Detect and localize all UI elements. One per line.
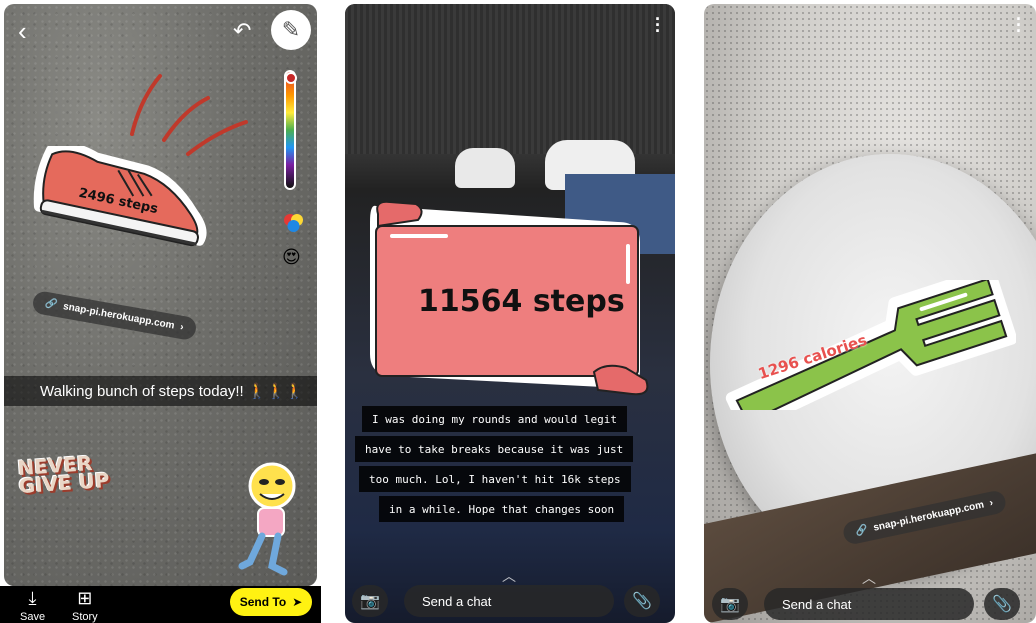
add-story-icon: ⊞	[77, 588, 93, 608]
never-give-up-sticker[interactable]: NEVER GIVE UP	[17, 451, 111, 499]
send-chat-placeholder: Send a chat	[782, 596, 852, 612]
walking-emoji-sticker[interactable]	[232, 462, 302, 582]
more-vertical-icon[interactable]: · · ·	[1016, 10, 1022, 40]
back-arrow-icon[interactable]: ‹	[18, 18, 27, 44]
story-label: Story	[72, 611, 98, 623]
give-up-text: GIVE UP	[17, 467, 111, 499]
story-button[interactable]: ⊞ Story	[72, 588, 98, 623]
save-button[interactable]: ⤓ Save	[20, 588, 45, 623]
emoji-icon[interactable]: 😍	[282, 247, 301, 268]
chevron-right-icon: ›	[179, 321, 185, 334]
caption-line-1: I was doing my rounds and would legit	[362, 406, 628, 432]
link-icon: 🔗	[44, 297, 59, 311]
chevron-up-icon[interactable]: ︿	[862, 568, 876, 588]
save-label: Save	[20, 611, 46, 623]
pencil-icon[interactable]: ✎	[271, 10, 311, 50]
send-chat-input[interactable]: Send a chat	[404, 585, 614, 617]
color-slider[interactable]	[284, 70, 296, 190]
chevron-up-icon[interactable]: ︿	[502, 566, 516, 586]
caption-line-4: in a while. Hope that changes soon	[379, 496, 625, 522]
more-vertical-icon[interactable]: · · ·	[655, 10, 661, 40]
send-to-button[interactable]: Send To ➤	[230, 588, 312, 616]
chevron-right-icon: ›	[988, 497, 995, 509]
send-chat-placeholder: Send a chat	[422, 593, 492, 609]
color-palette-icon[interactable]	[282, 212, 304, 239]
caption-line-3: too much. Lol, I haven't hit 16k steps	[359, 466, 631, 492]
undo-icon[interactable]: ↶	[233, 20, 251, 42]
sweater-background	[345, 4, 675, 154]
caption-text: Walking bunch of steps today!! 🚶🚶🚶	[40, 383, 304, 400]
send-arrow-icon: ➤	[292, 595, 303, 609]
caption-bar[interactable]: Walking bunch of steps today!! 🚶🚶🚶	[4, 376, 317, 406]
color-slider-knob[interactable]	[285, 72, 297, 84]
send-to-label: Send To	[239, 595, 287, 609]
snap-editor-panel-1: 2496 steps 🔗 snap-pi.herokuapp.com › NEV…	[4, 4, 317, 586]
caption-line-2: have to take breaks because it was just	[355, 436, 634, 462]
camera-icon[interactable]: 📷	[712, 588, 748, 620]
shoe-left	[455, 148, 515, 188]
download-icon: ⤓	[28, 588, 37, 608]
send-chat-input[interactable]: Send a chat	[764, 588, 974, 620]
paperclip-icon[interactable]: 📎	[984, 588, 1020, 620]
camera-icon[interactable]: 📷	[352, 585, 388, 617]
paperclip-icon[interactable]: 📎	[624, 585, 660, 617]
banner-sticker-label: 11564 steps	[418, 284, 625, 319]
link-icon: 🔗	[854, 524, 869, 538]
